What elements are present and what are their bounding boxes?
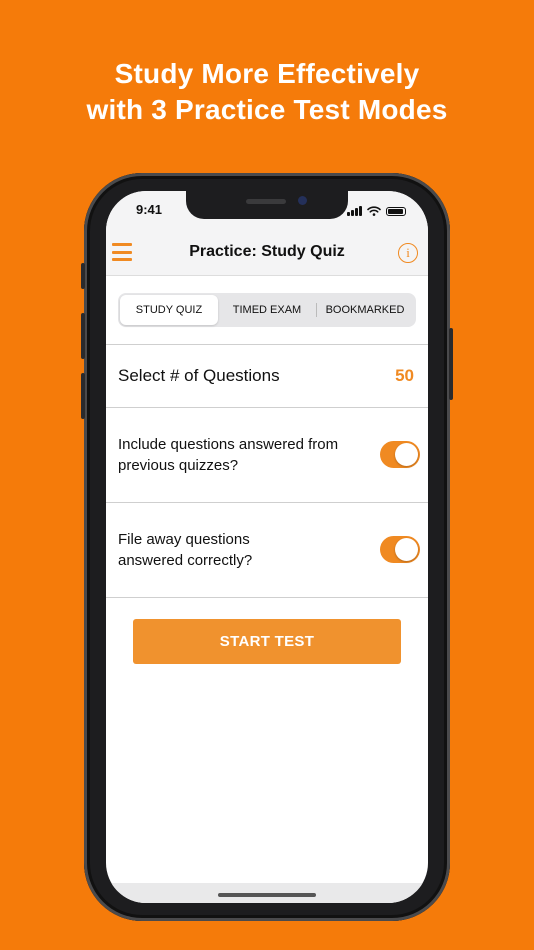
home-indicator xyxy=(218,893,316,897)
include-previous-label: Include questions answered from previous… xyxy=(118,434,338,476)
tab-bookmarked[interactable]: BOOKMARKED xyxy=(316,295,414,325)
silent-switch xyxy=(81,263,85,289)
wifi-icon xyxy=(367,206,381,216)
file-away-label: File away questions answered correctly? xyxy=(118,529,252,571)
include-previous-line-2: previous quizzes? xyxy=(118,457,239,474)
battery-icon xyxy=(386,207,406,216)
speaker-grille xyxy=(246,199,286,204)
file-away-line-2: answered correctly? xyxy=(118,552,253,569)
phone-frame: 9:41 Practice: Study Quiz i STUDY QUIZ T… xyxy=(81,173,453,921)
nav-bar: Practice: Study Quiz i xyxy=(106,231,428,276)
mode-segmented-control: STUDY QUIZ TIMED EXAM BOOKMARKED xyxy=(118,293,416,327)
include-previous-row: Include questions answered from previous… xyxy=(106,407,428,502)
notch xyxy=(186,191,348,219)
include-previous-toggle[interactable] xyxy=(380,441,420,468)
settings-divider xyxy=(106,597,428,598)
questions-count-row[interactable]: Select # of Questions 50 xyxy=(106,344,428,407)
signal-icon xyxy=(347,206,362,216)
file-away-line-1: File away questions xyxy=(118,531,250,548)
page-title: Practice: Study Quiz xyxy=(189,243,345,260)
questions-count-value: 50 xyxy=(395,366,414,385)
info-icon[interactable]: i xyxy=(398,243,418,263)
file-away-toggle[interactable] xyxy=(380,536,420,563)
status-time: 9:41 xyxy=(136,202,163,217)
questions-count-label: Select # of Questions xyxy=(118,366,280,385)
volume-up-button xyxy=(81,313,85,359)
tab-study-quiz[interactable]: STUDY QUIZ xyxy=(120,295,218,325)
file-away-row: File away questions answered correctly? xyxy=(106,502,428,597)
toggle-knob xyxy=(395,443,418,466)
bottom-bar xyxy=(106,883,428,903)
power-button xyxy=(449,328,453,400)
tab-timed-exam[interactable]: TIMED EXAM xyxy=(218,295,316,325)
status-bar: 9:41 xyxy=(106,191,428,231)
toggle-knob xyxy=(395,538,418,561)
promo-headline: Study More Effectively with 3 Practice T… xyxy=(0,56,534,128)
volume-down-button xyxy=(81,373,85,419)
status-icons xyxy=(347,204,406,216)
headline-line-2: with 3 Practice Test Modes xyxy=(86,94,448,125)
headline-line-1: Study More Effectively xyxy=(114,58,420,89)
start-test-button[interactable]: START TEST xyxy=(133,619,401,664)
phone-screen: 9:41 Practice: Study Quiz i STUDY QUIZ T… xyxy=(106,191,428,903)
include-previous-line-1: Include questions answered from xyxy=(118,436,339,453)
front-camera xyxy=(298,196,307,205)
